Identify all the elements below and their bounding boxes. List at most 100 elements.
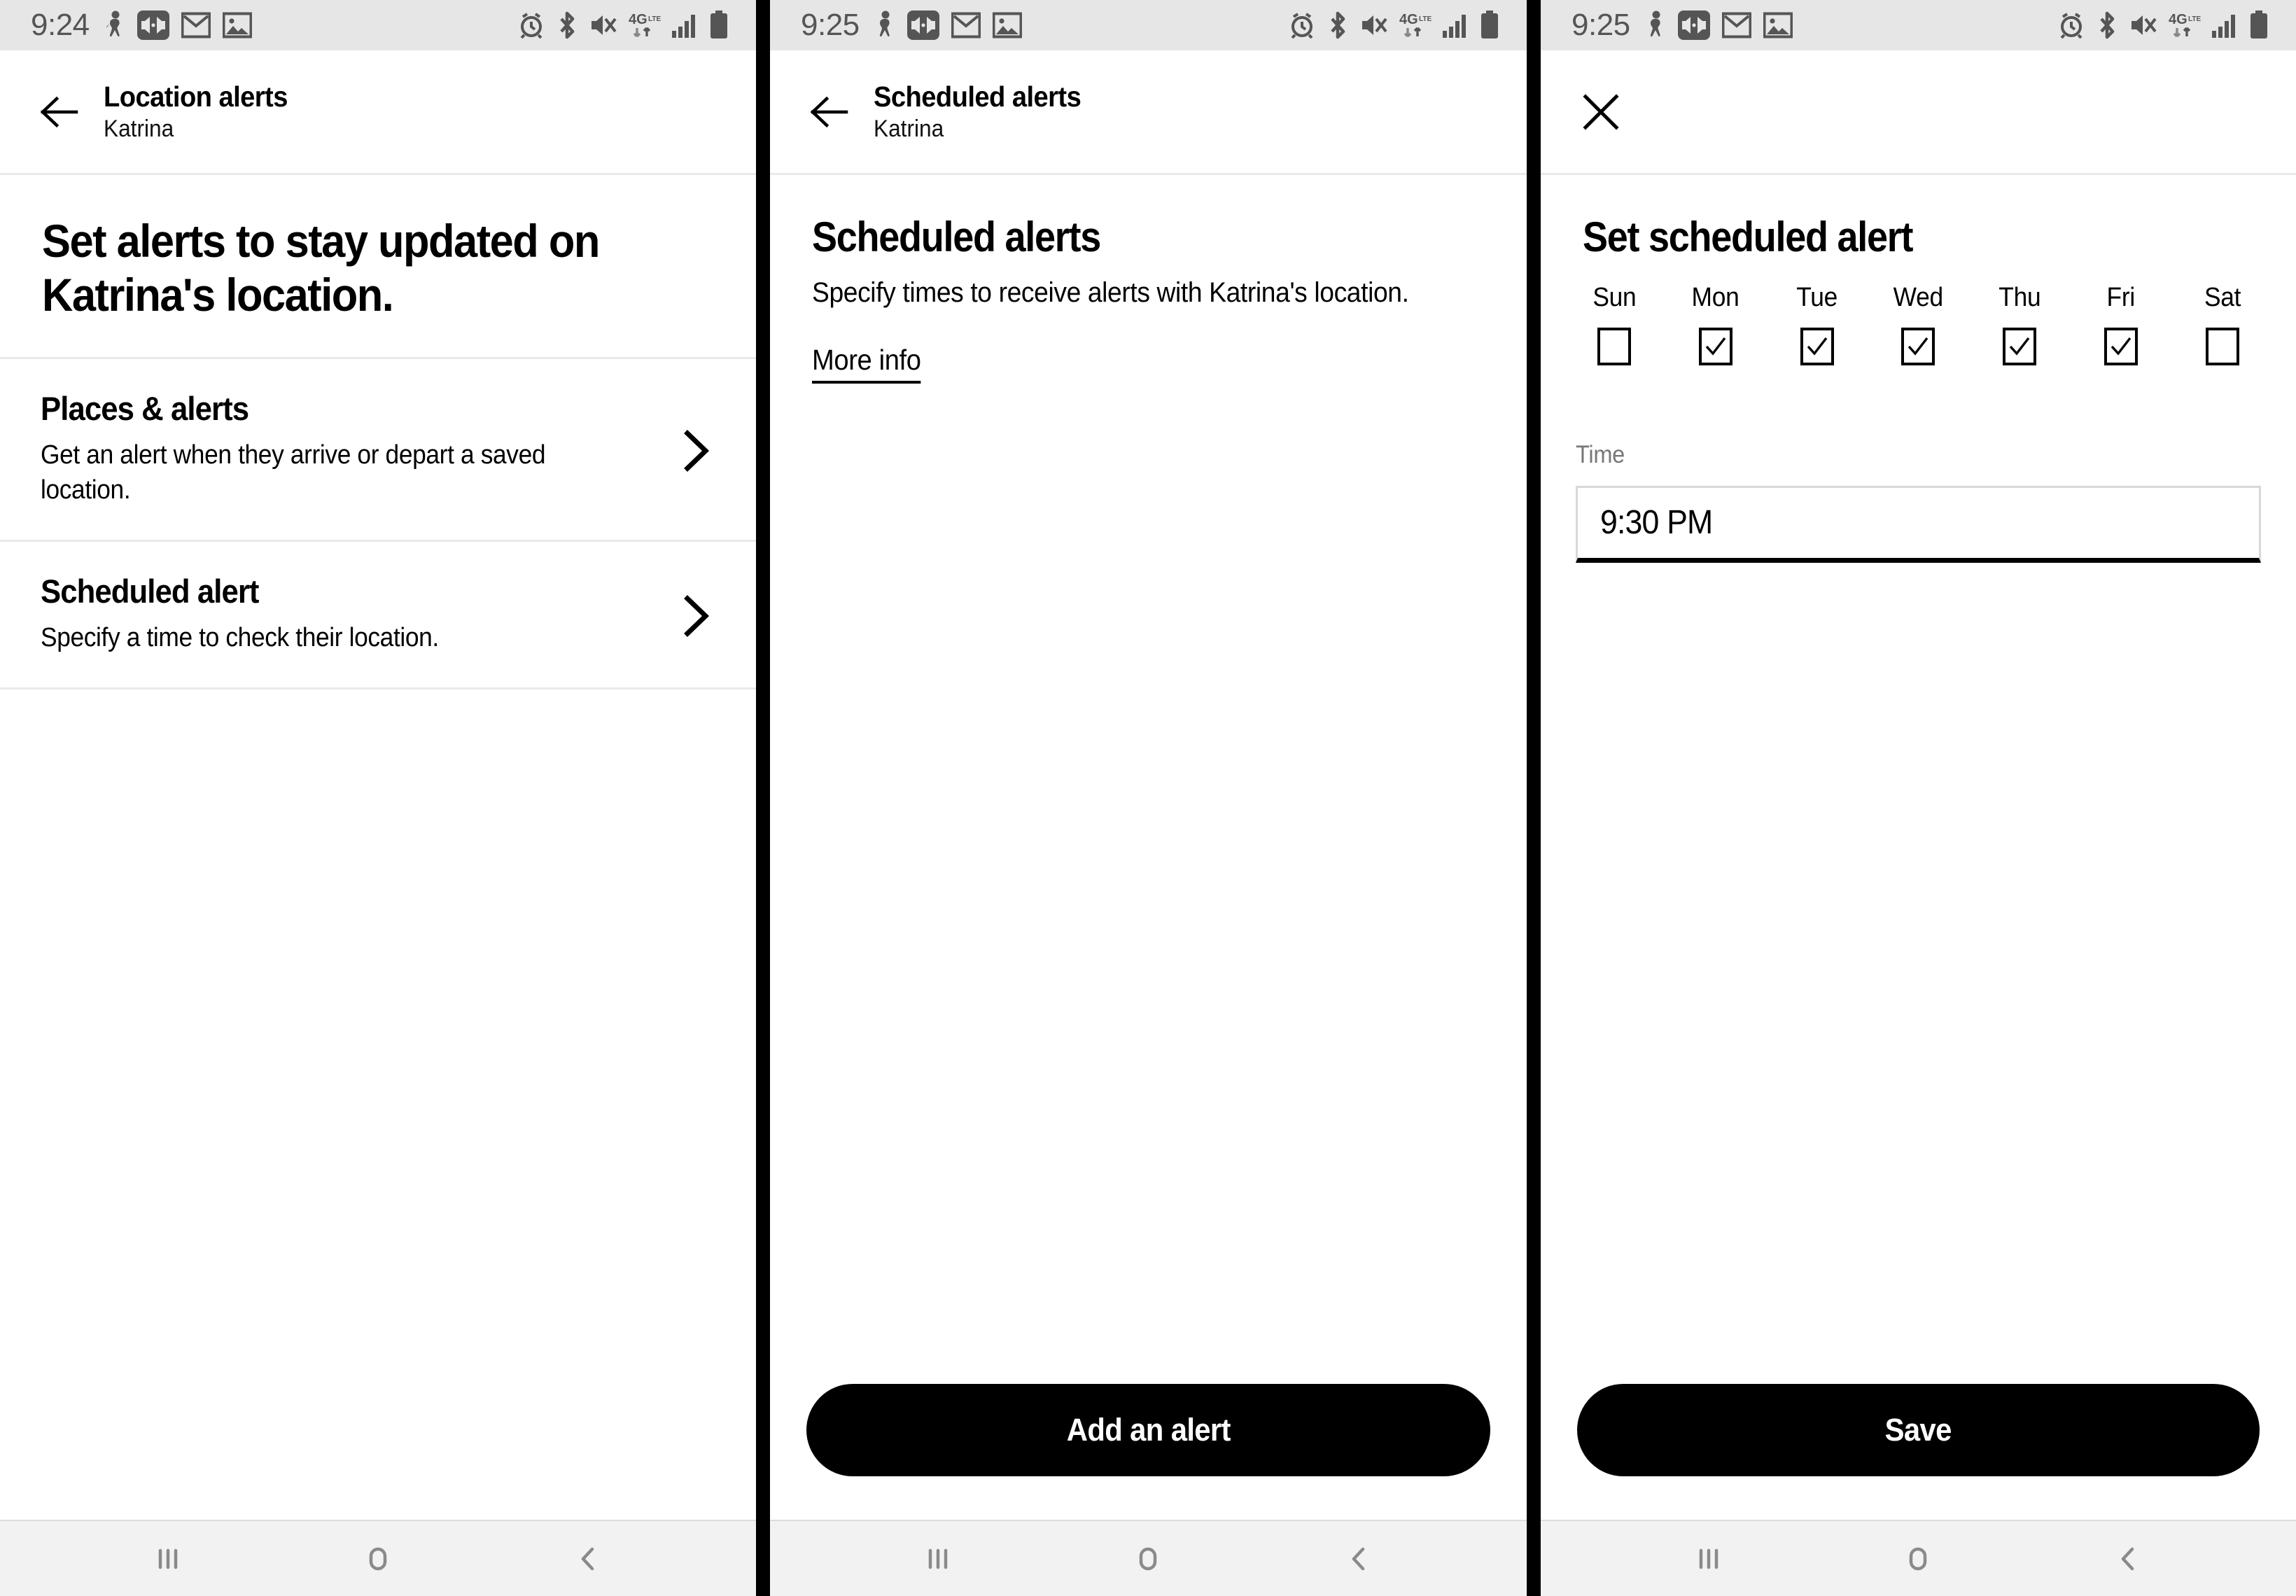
nav-recents-button[interactable] [886, 1521, 990, 1596]
day-toggle-wed[interactable]: Wed [1879, 284, 1956, 365]
save-label: Save [1884, 1412, 1952, 1448]
day-checkbox-sat[interactable] [2205, 328, 2239, 365]
nav-recents-button[interactable] [1656, 1521, 1761, 1596]
app-header: Scheduled alerts Katrina [770, 50, 1527, 175]
day-checkbox-thu[interactable] [2003, 328, 2037, 365]
day-toggle-sun[interactable]: Sun [1576, 284, 1653, 365]
gmail-icon [1721, 12, 1751, 38]
person-activity-icon [879, 10, 890, 37]
list-item-text: Scheduled alert Specify a time to check … [41, 572, 675, 655]
panel-divider-1 [756, 0, 770, 1596]
add-an-alert-button[interactable]: Add an alert [806, 1384, 1490, 1476]
home-icon [1140, 1547, 1157, 1570]
gmail-icon [951, 12, 981, 38]
day-toggle-thu[interactable]: Thu [1981, 284, 2058, 365]
panel-set-scheduled-alert: 9:25 4G LTE Set scheduled alert Sun Mon … [1541, 0, 2296, 1596]
chevron-right-icon [675, 429, 717, 472]
mute-icon [2132, 15, 2157, 35]
status-bar-right: 4G LTE [2057, 10, 2268, 41]
panel-content: Set alerts to stay updated on Katrina's … [0, 175, 756, 1520]
more-info-link[interactable]: More info [812, 344, 921, 384]
day-toggle-tue[interactable]: Tue [1779, 284, 1856, 365]
nav-back-button[interactable] [536, 1521, 640, 1596]
status-bar: 9:25 4G LTE [770, 0, 1527, 50]
status-bar-clock: 9:25 [1572, 8, 1630, 42]
mute-icon [1362, 15, 1387, 35]
photo-gallery-icon [1763, 12, 1793, 38]
home-icon [369, 1547, 387, 1570]
day-checkbox-mon[interactable] [1698, 328, 1732, 365]
recents-icon [158, 1548, 178, 1569]
nav-home-button[interactable] [326, 1521, 430, 1596]
day-checkbox-wed[interactable] [1901, 328, 1935, 365]
day-picker-row: Sun Mon Tue Wed Thu Fri Sat [1576, 284, 2261, 365]
media-speaker-icon [136, 10, 169, 40]
status-bar-left: 9:25 [801, 10, 1022, 41]
nav-back-button[interactable] [2076, 1521, 2180, 1596]
svg-text:4G: 4G [1399, 12, 1418, 27]
header-title-group: Location alerts Katrina [104, 81, 302, 142]
hero-heading: Set scheduled alert [1583, 214, 1914, 260]
status-bar-left: 9:24 [31, 10, 252, 41]
close-button[interactable] [1567, 78, 1634, 146]
list-item-places-and-alerts[interactable]: Places & alerts Get an alert when they a… [0, 359, 756, 542]
nav-recents-button[interactable] [115, 1521, 220, 1596]
day-checkbox-sun[interactable] [1597, 328, 1631, 365]
day-toggle-sat[interactable]: Sat [2184, 284, 2261, 365]
day-label: Thu [1998, 283, 2041, 312]
nav-back-button[interactable] [1306, 1521, 1411, 1596]
hero-section: Set alerts to stay updated on Katrina's … [0, 175, 756, 360]
nav-home-button[interactable] [1096, 1521, 1200, 1596]
panel-content: Scheduled alerts Specify times to receiv… [770, 175, 1527, 1520]
signal-bars-icon [1443, 15, 1466, 38]
svg-text:LTE: LTE [648, 15, 661, 23]
recents-icon [1699, 1548, 1718, 1569]
hero-heading: Scheduled alerts [812, 214, 1101, 260]
close-x-icon [1583, 93, 1619, 130]
back-button[interactable] [25, 78, 92, 146]
media-speaker-icon [906, 10, 939, 40]
save-button[interactable]: Save [1577, 1384, 2260, 1476]
battery-icon [1481, 10, 1498, 38]
primary-action-container: Save [1541, 1384, 2296, 1520]
day-label: Wed [1893, 283, 1944, 312]
nav-home-button[interactable] [1865, 1521, 1970, 1596]
status-bar-right: 4G LTE [1288, 10, 1499, 41]
checkmark-icon [1908, 337, 1928, 356]
day-label: Sat [2204, 283, 2241, 312]
header-title-group: Scheduled alerts Katrina [874, 80, 1097, 142]
alarm-icon [2060, 13, 2082, 39]
time-field-group: Time 9:30 PM [1541, 365, 2296, 563]
photo-gallery-icon [222, 12, 252, 38]
day-toggle-fri[interactable]: Fri [2082, 284, 2160, 365]
list-item-title: Places & alerts [41, 390, 249, 428]
back-button[interactable] [795, 78, 862, 146]
status-bar-left: 9:25 [1572, 10, 1793, 41]
panel-content: Set scheduled alert Sun Mon Tue Wed Thu … [1541, 175, 2296, 1520]
list-item-scheduled-alert[interactable]: Scheduled alert Specify a time to check … [0, 541, 756, 690]
time-input[interactable]: 9:30 PM [1576, 486, 2261, 563]
day-label: Tue [1796, 283, 1838, 312]
day-label: Fri [2106, 283, 2136, 312]
time-input-value: 9:30 PM [1600, 504, 1713, 541]
alarm-icon [520, 13, 542, 39]
day-checkbox-tue[interactable] [1800, 328, 1834, 365]
day-toggle-mon[interactable]: Mon [1677, 284, 1754, 365]
panel-location-alerts: 9:24 4G LTE Location alerts Katrina Set … [0, 0, 756, 1596]
app-header [1541, 50, 2296, 175]
day-picker: Sun Mon Tue Wed Thu Fri Sat [1541, 260, 2296, 365]
mute-icon [592, 15, 617, 35]
back-arrow-icon [810, 96, 848, 127]
app-header: Location alerts Katrina [0, 50, 756, 175]
battery-icon [710, 10, 727, 38]
day-label: Mon [1691, 283, 1740, 312]
day-checkbox-fri[interactable] [2104, 328, 2138, 365]
bluetooth-icon [2100, 11, 2115, 39]
add-an-alert-label: Add an alert [1066, 1412, 1231, 1448]
list-item-title: Scheduled alert [41, 572, 259, 610]
signal-bars-icon [672, 15, 695, 38]
page-subtitle: Katrina [104, 115, 174, 142]
back-arrow-icon [40, 96, 78, 127]
page-subtitle: Katrina [874, 115, 944, 142]
page-title: Scheduled alerts [874, 80, 1082, 113]
